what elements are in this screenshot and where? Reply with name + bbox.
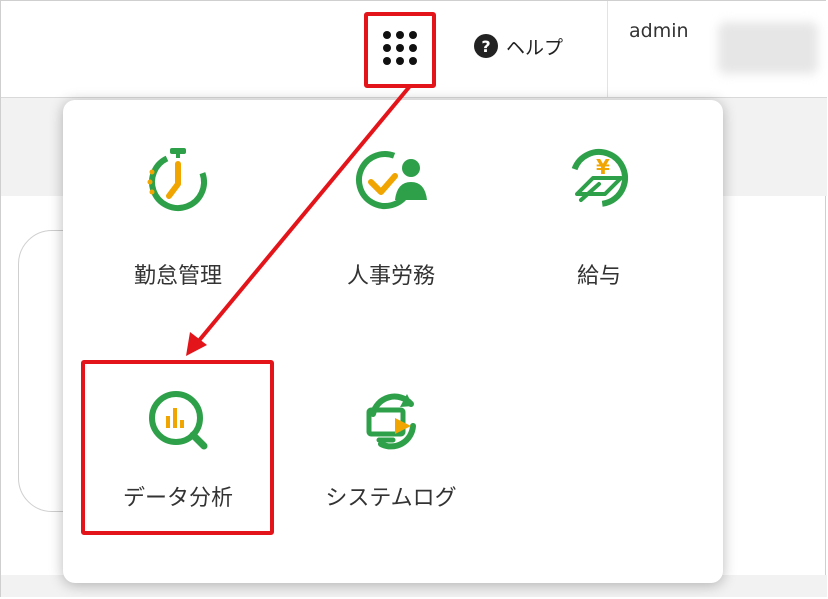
grid-dots-icon	[383, 31, 417, 65]
menu-item-attendance[interactable]: 勤怠管理	[93, 138, 263, 289]
help-icon: ?	[474, 34, 498, 58]
log-screen-icon	[366, 393, 416, 450]
menu-item-label: 勤怠管理	[133, 264, 222, 289]
svg-text:¥: ¥	[596, 155, 610, 179]
user-menu[interactable]: admin	[629, 20, 689, 42]
header-divider	[607, 1, 608, 97]
yen-money-icon: ¥	[570, 149, 628, 207]
help-label: ヘルプ	[506, 36, 564, 59]
menu-item-system-log[interactable]: システムログ	[306, 380, 476, 530]
stopwatch-icon	[147, 148, 207, 211]
menu-item-payroll[interactable]: ¥ 給与	[514, 138, 684, 289]
app-menu-popup: 勤怠管理 人事労務 ¥ 給与 データ分析 システムログ	[63, 100, 723, 583]
check-person-icon	[356, 151, 427, 209]
menu-item-label: 給与	[576, 264, 621, 289]
menu-item-hr[interactable]: 人事労務	[306, 138, 476, 289]
help-link[interactable]: ? ヘルプ	[474, 26, 563, 66]
menu-item-label: 人事労務	[346, 264, 435, 289]
chart-magnifier-icon	[149, 391, 208, 450]
user-name-blurred	[718, 22, 818, 74]
menu-item-label: データ分析	[122, 486, 233, 511]
app-launcher-button[interactable]	[371, 14, 429, 82]
menu-item-label: システムログ	[325, 486, 457, 511]
menu-item-data-analysis[interactable]: データ分析	[93, 380, 263, 530]
